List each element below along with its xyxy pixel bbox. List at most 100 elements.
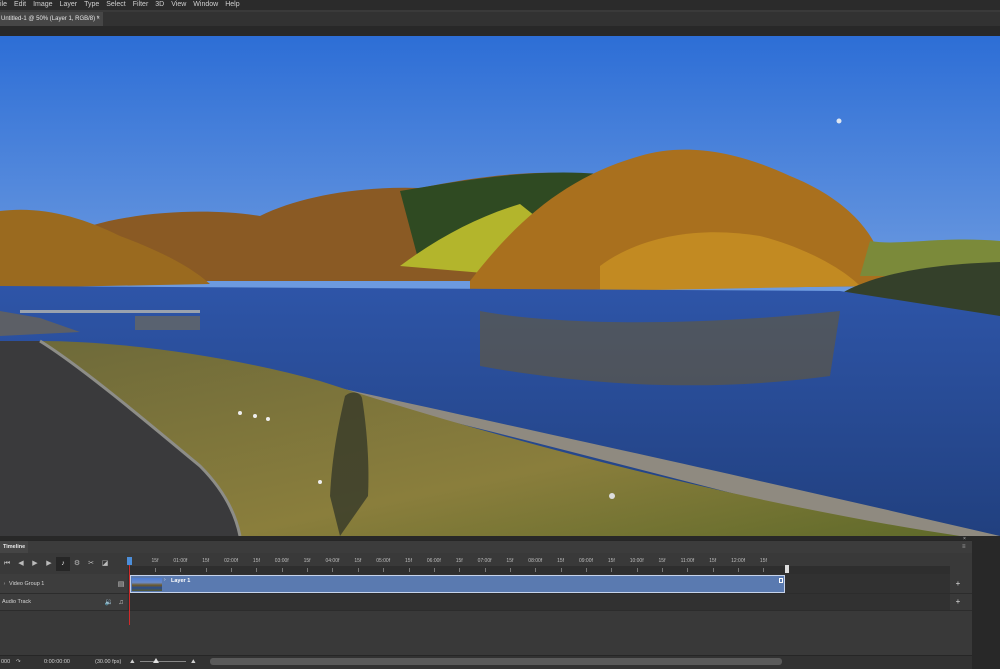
menu-bar: ile Edit Image Layer Type Select Filter … (0, 0, 1000, 10)
menu-window[interactable]: Window (193, 0, 218, 10)
menu-type[interactable]: Type (84, 0, 99, 10)
zoom-slider-track[interactable] (140, 661, 186, 662)
zoom-slider-handle[interactable] (153, 658, 159, 663)
video-track-lane[interactable]: › Layer 1 (128, 574, 950, 593)
ruler-tick-label: 02:00f (224, 558, 238, 564)
ruler-tick-mark (585, 568, 587, 572)
document-canvas[interactable] (0, 36, 1000, 536)
ruler-tick-mark (307, 568, 309, 572)
ruler-tick-mark (484, 568, 486, 572)
document-tab[interactable]: Untitled-1 @ 50% (Layer 1, RGB/8) * × (0, 12, 103, 26)
go-to-first-frame-icon[interactable]: ⏮ (0, 557, 14, 571)
audio-icon[interactable]: ♪ (56, 557, 70, 571)
audio-track-header[interactable]: Audio Track 🔉 ♫ (0, 594, 127, 610)
ruler-tick-label: 15f (709, 558, 717, 564)
music-note-icon[interactable]: ♫ (115, 599, 127, 606)
right-panel-strip (972, 536, 1000, 669)
close-icon[interactable]: × (963, 536, 966, 542)
ruler-tick-mark (383, 568, 385, 572)
ruler-tick-mark (155, 568, 156, 572)
ruler-tick-mark (509, 568, 511, 572)
ruler-tick-label: 15f (303, 558, 311, 564)
ruler-tick-mark (205, 568, 207, 572)
play-icon[interactable]: ▶ (28, 557, 42, 571)
video-track-row: › Video Group 1 ▤ › Layer 1 + (0, 574, 972, 594)
ruler-tick-label: 07:00f (477, 558, 492, 564)
ruler-tick-mark (357, 568, 359, 572)
ruler-tick-mark (763, 568, 765, 572)
canvas-margin (0, 26, 1000, 36)
video-clip[interactable]: › Layer 1 (130, 575, 785, 593)
split-scissors-icon[interactable]: ✂ (84, 557, 98, 571)
menu-view[interactable]: View (171, 0, 186, 10)
panel-menu-icon[interactable]: ≡ (962, 544, 968, 550)
add-media-button[interactable]: + (953, 579, 963, 588)
zoom-in-icon[interactable]: ⛰ (191, 656, 196, 668)
menu-image[interactable]: Image (33, 0, 52, 10)
settings-gear-icon[interactable]: ⚙ (70, 557, 84, 571)
ruler-tick-label: 15f (151, 558, 159, 564)
document-tab-bar: Untitled-1 @ 50% (Layer 1, RGB/8) * × (0, 12, 1000, 26)
clip-options-icon[interactable] (779, 578, 783, 583)
ruler-tick-label: 15f (202, 558, 210, 564)
timeline-status-bar: 000 ↷ 0:00:00:00 (30.00 fps) ⛰ ⛰ (0, 655, 972, 669)
ruler-tick-mark (433, 568, 435, 572)
horizontal-scrollbar[interactable] (210, 658, 782, 665)
speaker-icon[interactable]: 🔉 (103, 598, 115, 606)
time-ruler[interactable]: 15f 01:00f 15f 02:00f 15f 03:00f 15f 04:00f 15f 0… (128, 554, 788, 572)
render-video-icon[interactable]: 000 (1, 656, 10, 668)
playhead-line (129, 565, 130, 625)
ruler-tick-label: 09:00f (578, 558, 593, 564)
frame-rate: (30.00 fps) (95, 659, 122, 665)
clip-name: Layer 1 (171, 578, 191, 584)
menu-filter[interactable]: Filter (133, 0, 149, 10)
ruler-tick-mark (535, 568, 537, 572)
close-icon[interactable]: × (96, 12, 100, 26)
transition-icon[interactable]: ◪ (98, 557, 112, 571)
work-area-end-handle[interactable] (785, 565, 789, 573)
ruler-tick-label: 15f (557, 558, 565, 564)
ruler-tick-label: 15f (607, 558, 615, 564)
film-strip-icon[interactable]: ▤ (115, 580, 127, 588)
menu-edit[interactable]: Edit (14, 0, 26, 10)
ruler-tick-mark (560, 568, 562, 572)
ruler-tick-label: 15f (455, 558, 463, 564)
track-name: Video Group 1 (9, 580, 45, 587)
ruler-tick-mark (611, 568, 613, 572)
ruler-tick-label: 01:00f (173, 558, 188, 564)
share-arrow-icon[interactable]: ↷ (16, 656, 21, 668)
previous-frame-icon[interactable]: ◀ (14, 557, 28, 571)
expand-arrow-icon[interactable]: › (0, 581, 9, 587)
clip-thumbnail (132, 578, 162, 591)
landscape-photo (0, 36, 1000, 536)
ruler-tick-mark (662, 568, 663, 572)
playback-controls: ⏮ ◀ ▶ ▶ ♪ ⚙ ✂ ◪ (0, 557, 126, 571)
zoom-out-icon[interactable]: ⛰ (130, 656, 135, 668)
menu-select[interactable]: Select (106, 0, 125, 10)
ruler-tick-mark (636, 568, 638, 572)
ruler-tick-label: 03:00f (274, 558, 289, 564)
ruler-tick-mark (231, 568, 233, 572)
video-track-header[interactable]: › Video Group 1 ▤ (0, 574, 127, 593)
ruler-tick-mark (256, 568, 258, 572)
timeline-panel: ⏮ ◀ ▶ ▶ ♪ ⚙ ✂ ◪ 15f 01:00f 15f 02:00f 15f 03:… (0, 553, 972, 669)
chevron-right-icon[interactable]: › (164, 577, 166, 583)
ruler-tick-label: 15f (354, 558, 362, 564)
ruler-tick-label: 08:00f (528, 558, 543, 564)
audio-track-lane[interactable] (128, 594, 950, 610)
playhead-handle[interactable] (127, 557, 132, 565)
add-audio-button[interactable]: + (953, 597, 963, 606)
track-name: Audio Track (2, 599, 32, 605)
ruler-tick-label: 15f (506, 558, 514, 564)
ruler-tick-mark (408, 568, 410, 572)
ruler-tick-label: 15f (252, 558, 260, 564)
menu-3d[interactable]: 3D (155, 0, 164, 10)
ruler-tick-label: 10:00f (629, 558, 644, 564)
menu-help[interactable]: Help (225, 0, 239, 10)
ruler-tick-label: 05:00f (376, 558, 391, 564)
next-frame-icon[interactable]: ▶ (42, 557, 56, 571)
ruler-tick-mark (180, 568, 182, 572)
ruler-tick-mark (687, 568, 689, 572)
menu-file[interactable]: ile (0, 0, 7, 10)
menu-layer[interactable]: Layer (60, 0, 78, 10)
